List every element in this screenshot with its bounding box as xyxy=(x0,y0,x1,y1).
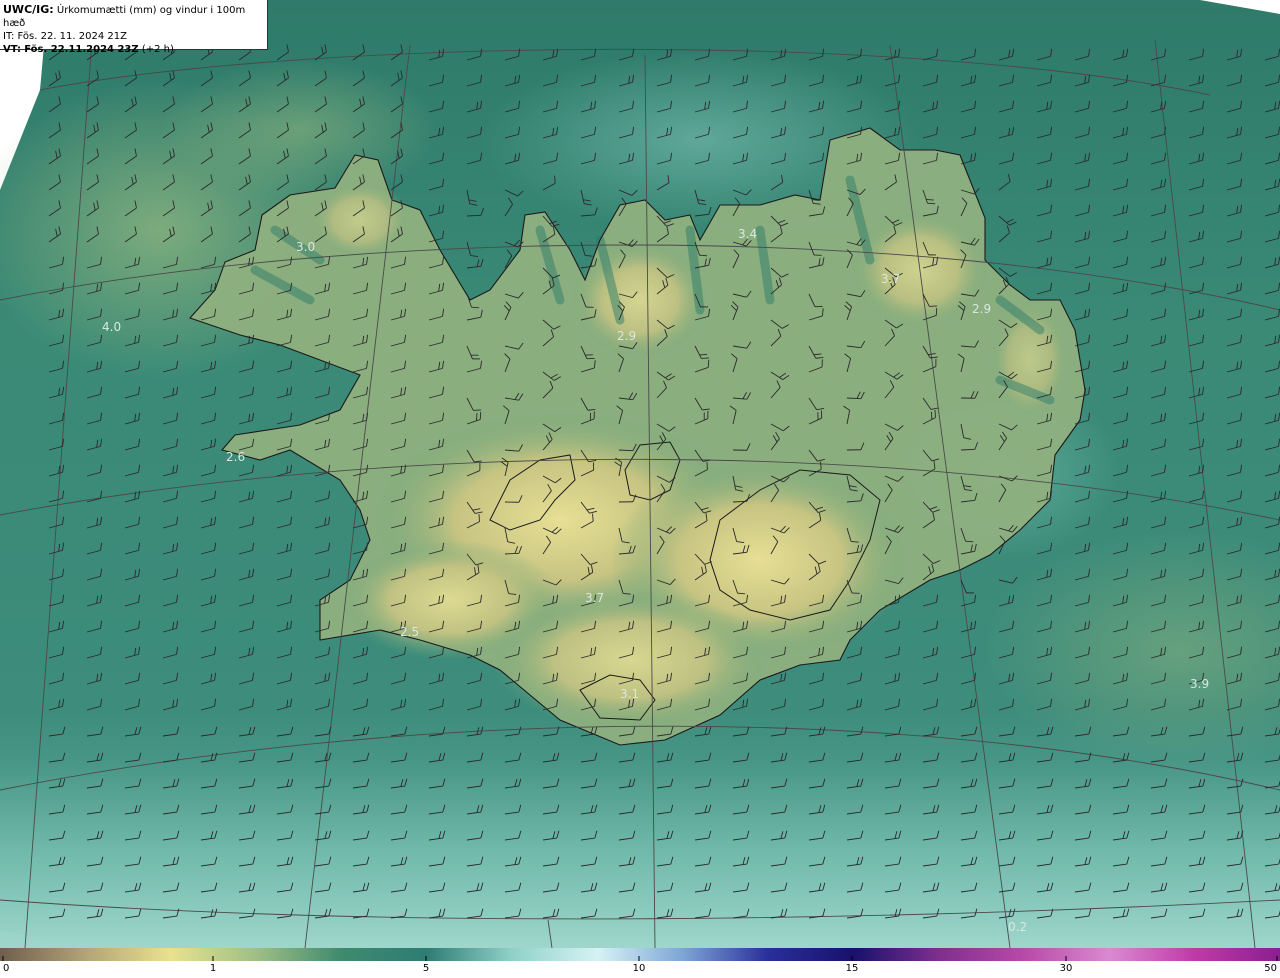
value-label: 2.5 xyxy=(400,625,419,639)
colorbar-tick-label: 30 xyxy=(1059,963,1073,974)
valid-time-line: VT: Fös. 22.11.2024 23Z (+2 h) xyxy=(3,44,174,55)
info-box: UWC/IG: Úrkomumætti (mm) og vindur i 100… xyxy=(0,0,268,55)
value-label: 3.4 xyxy=(738,227,757,241)
colorbar-tick-label: 15 xyxy=(845,963,859,974)
value-label: 3.1 xyxy=(620,687,639,701)
value-label: 3.9 xyxy=(1190,677,1209,691)
value-label: 3.0 xyxy=(296,240,315,254)
value-label: 2.9 xyxy=(972,302,991,316)
precipitable-water-map: 3.0 4.0 2.9 3.7 2.9 3.4 2.6 3.7 2.5 3.1 3.9 0.2 xyxy=(0,0,1280,948)
value-label: 2.6 xyxy=(226,450,245,464)
initial-time: IT: Fös. 22. 11. 2024 21Z xyxy=(3,31,127,42)
map-area[interactable]: 3.0 4.0 2.9 3.7 2.9 3.4 2.6 3.7 2.5 3.1 3.9 0.2 UWC… xyxy=(0,0,1280,948)
product-title: UWC/IG: Úrkomumætti (mm) og vindur i 100… xyxy=(3,3,246,29)
value-label: 4.0 xyxy=(102,320,121,334)
colorbar-tick-label: 10 xyxy=(632,963,646,974)
value-label: 2.9 xyxy=(617,329,636,343)
colorbar-tick-label: 1 xyxy=(209,963,217,974)
colorbar-tick-label: 50 xyxy=(1264,963,1277,974)
value-label: 3.7 xyxy=(881,272,900,286)
colorbar-strip xyxy=(0,948,1280,961)
colorbar-gradient xyxy=(0,948,1280,961)
value-label: 0.2 xyxy=(1008,920,1027,934)
value-label: 3.7 xyxy=(585,591,604,605)
colorbar-tick-label: 0 xyxy=(3,963,10,974)
colorbar-tick-label: 5 xyxy=(422,963,430,974)
colorbar: 0 1 5 10 15 30 50 xyxy=(0,948,1280,978)
